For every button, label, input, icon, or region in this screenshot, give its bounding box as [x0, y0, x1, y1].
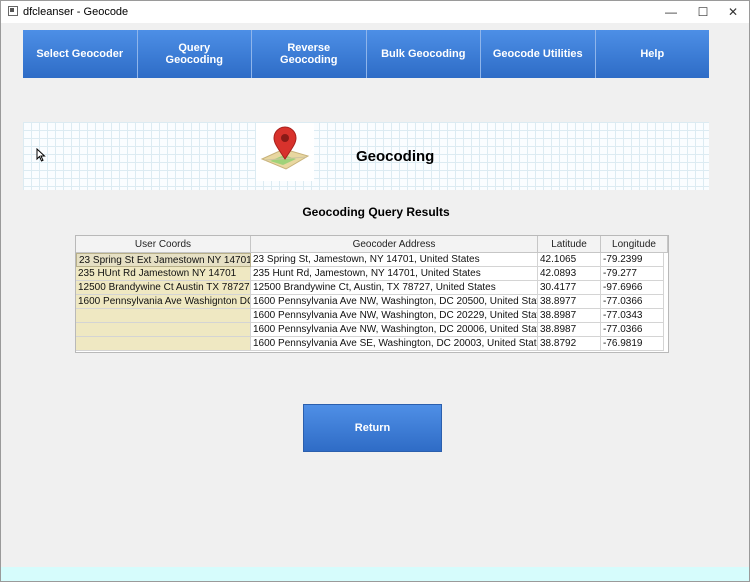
status-strip [1, 567, 749, 581]
latitude-cell[interactable]: 38.8792 [538, 337, 601, 351]
close-button[interactable]: ✕ [715, 1, 750, 23]
longitude-cell[interactable]: -76.9819 [601, 337, 664, 351]
map-pin-icon [256, 123, 314, 181]
help-button[interactable]: Help [595, 30, 709, 78]
address-cell[interactable]: 235 Hunt Rd, Jamestown, NY 14701, United… [251, 267, 538, 281]
results-title: Geocoding Query Results [302, 205, 450, 219]
user-coords-cell[interactable] [76, 309, 251, 323]
longitude-cell[interactable]: -97.6966 [601, 281, 664, 295]
user-coords-cell[interactable]: 23 Spring St Ext Jamestown NY 14701 [76, 253, 251, 267]
geocode-utilities-button[interactable]: Geocode Utilities [481, 30, 596, 78]
column-header-latitude[interactable]: Latitude [538, 236, 601, 253]
latitude-cell[interactable]: 38.8987 [538, 309, 601, 323]
latitude-cell[interactable]: 30.4177 [538, 281, 601, 295]
longitude-cell[interactable]: -77.0366 [601, 323, 664, 337]
longitude-cell[interactable]: -79.277 [601, 267, 664, 281]
user-coords-cell[interactable]: 12500 Brandywine Ct Austin TX 78727 [76, 281, 251, 295]
return-button[interactable]: Return [303, 404, 442, 452]
longitude-cell[interactable]: -77.0366 [601, 295, 664, 309]
app-window: dfcleanser - Geocode — ☐ ✕ Select Geocod… [0, 0, 750, 582]
geocoding-banner: Geocoding [23, 122, 709, 190]
address-cell[interactable]: 1600 Pennsylvania Ave SE, Washington, DC… [251, 337, 538, 351]
banner-title: Geocoding [356, 148, 435, 165]
latitude-cell[interactable]: 38.8977 [538, 295, 601, 309]
latitude-cell[interactable]: 42.1065 [538, 253, 601, 267]
longitude-cell[interactable]: -77.0343 [601, 309, 664, 323]
address-cell[interactable]: 1600 Pennsylvania Ave NW, Washington, DC… [251, 295, 538, 309]
address-cell[interactable]: 12500 Brandywine Ct, Austin, TX 78727, U… [251, 281, 538, 295]
results-table[interactable]: User Coords Geocoder Address Latitude Lo… [75, 235, 669, 353]
window-title: dfcleanser - Geocode [23, 6, 129, 18]
app-icon [8, 6, 18, 16]
nav-bar: Select Geocoder Query Geocoding Reverse … [23, 30, 709, 78]
user-coords-cell[interactable] [76, 337, 251, 351]
column-header-geocoder-address[interactable]: Geocoder Address [251, 236, 538, 253]
mouse-cursor-icon [36, 148, 46, 162]
bulk-geocoding-button[interactable]: Bulk Geocoding [366, 30, 481, 78]
query-geocoding-button[interactable]: Query Geocoding [137, 30, 252, 78]
address-cell[interactable]: 1600 Pennsylvania Ave NW, Washington, DC… [251, 309, 538, 323]
address-cell[interactable]: 23 Spring St, Jamestown, NY 14701, Unite… [251, 253, 538, 267]
minimize-button[interactable]: — [653, 1, 689, 23]
address-cell[interactable]: 1600 Pennsylvania Ave NW, Washington, DC… [251, 323, 538, 337]
longitude-cell[interactable]: -79.2399 [601, 253, 664, 267]
title-bar: dfcleanser - Geocode — ☐ ✕ [1, 1, 749, 23]
select-geocoder-button[interactable]: Select Geocoder [23, 30, 138, 78]
latitude-cell[interactable]: 38.8987 [538, 323, 601, 337]
latitude-cell[interactable]: 42.0893 [538, 267, 601, 281]
user-coords-cell[interactable] [76, 323, 251, 337]
column-header-user-coords[interactable]: User Coords [76, 236, 251, 253]
user-coords-cell[interactable]: 235 HUnt Rd Jamestown NY 14701 [76, 267, 251, 281]
reverse-geocoding-button[interactable]: Reverse Geocoding [252, 30, 367, 78]
column-header-longitude[interactable]: Longitude [601, 236, 668, 253]
user-coords-cell[interactable]: 1600 Pennsylvania Ave Washignton DC [76, 295, 251, 309]
